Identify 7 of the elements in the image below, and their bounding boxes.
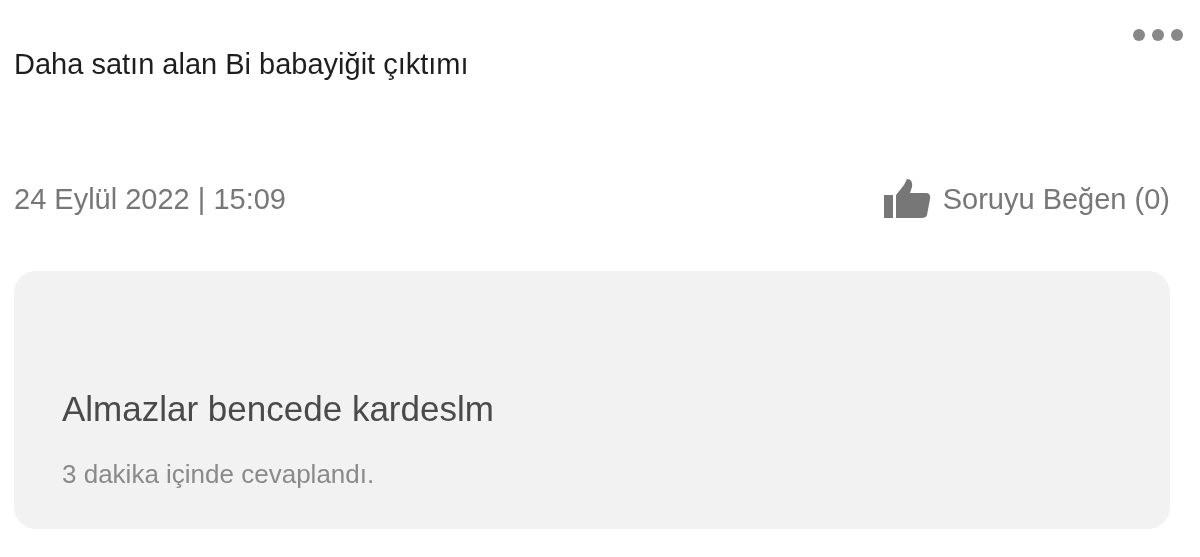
like-button[interactable]: Soruyu Beğen (0) — [882, 179, 1170, 219]
answer-text: Almazlar bencede kardeslm — [62, 389, 495, 429]
question-text: Daha satın alan Bi babayiğit çıktımı — [14, 48, 469, 81]
question-date: 24 Eylül 2022 | 15:09 — [14, 182, 286, 216]
thumbs-up-icon — [882, 179, 931, 219]
more-icon[interactable] — [1132, 28, 1184, 42]
answer-time-note: 3 dakika içinde cevaplandı. — [62, 459, 376, 490]
